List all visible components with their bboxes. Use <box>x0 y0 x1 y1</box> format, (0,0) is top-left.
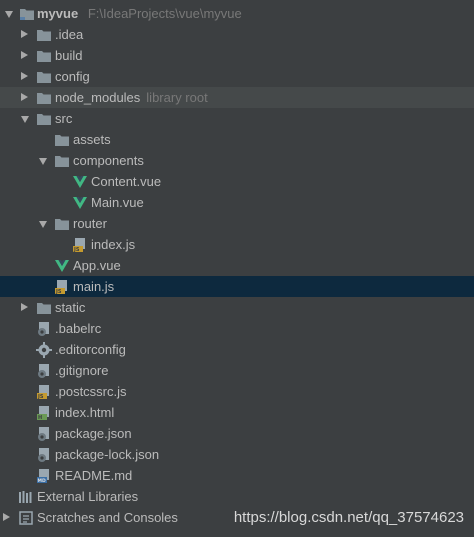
tree-row-index-html[interactable]: H index.html <box>0 402 474 423</box>
chevron-right-icon[interactable] <box>21 93 28 101</box>
html-file-icon: H <box>37 406 49 421</box>
svg-text:JS: JS <box>55 289 62 295</box>
svg-text:H: H <box>38 415 42 421</box>
markdown-file-icon: MD <box>37 469 49 484</box>
tree-row-app-vue[interactable]: App.vue <box>0 255 474 276</box>
svg-text:MD: MD <box>38 478 46 484</box>
tree-label: App.vue <box>73 258 121 273</box>
tree-row-idea[interactable]: .idea <box>0 24 474 45</box>
tree-label: index.html <box>55 405 115 420</box>
tree-row-main-vue[interactable]: Main.vue <box>0 192 474 213</box>
project-tree: myvue F:\IdeaProjects\vue\myvue .idea bu… <box>0 3 474 528</box>
tree-row-package-lock[interactable]: package-lock.json <box>0 444 474 465</box>
scratches-icon <box>19 511 33 525</box>
tree-row-content-vue[interactable]: Content.vue <box>0 171 474 192</box>
library-root-hint: library root <box>146 90 208 105</box>
config-file-icon <box>38 448 49 462</box>
folder-icon <box>55 156 69 167</box>
chevron-down-icon[interactable] <box>5 11 13 18</box>
tree-label: config <box>55 69 90 84</box>
tree-row-gitignore[interactable]: .gitignore <box>0 360 474 381</box>
js-file-icon: JS <box>37 385 49 400</box>
svg-text:JS: JS <box>37 394 44 400</box>
folder-icon <box>37 30 51 41</box>
tree-row-index-js[interactable]: JS index.js <box>0 234 474 255</box>
tree-label: .babelrc <box>55 321 102 336</box>
folder-icon <box>55 219 69 230</box>
folder-icon <box>37 72 51 83</box>
config-file-icon <box>38 322 49 336</box>
config-file-icon <box>38 427 49 441</box>
folder-icon <box>37 114 51 125</box>
chevron-down-icon[interactable] <box>39 158 47 165</box>
tree-row-build[interactable]: build <box>0 45 474 66</box>
tree-label: Scratches and Consoles <box>37 510 178 525</box>
js-file-icon: JS <box>55 280 67 295</box>
project-path: F:\IdeaProjects\vue\myvue <box>87 6 242 21</box>
svg-text:JS: JS <box>73 247 80 253</box>
folder-icon <box>37 93 51 104</box>
chevron-right-icon[interactable] <box>3 513 10 521</box>
tree-row-config[interactable]: config <box>0 66 474 87</box>
tree-row-postcssrc[interactable]: JS .postcssrc.js <box>0 381 474 402</box>
tree-row-package-json[interactable]: package.json <box>0 423 474 444</box>
tree-label: index.js <box>91 237 136 252</box>
folder-icon <box>37 303 51 314</box>
tree-label: static <box>55 300 86 315</box>
tree-row-myvue[interactable]: myvue F:\IdeaProjects\vue\myvue <box>0 3 474 24</box>
tree-row-static[interactable]: static <box>0 297 474 318</box>
tree-label: README.md <box>55 468 133 483</box>
chevron-right-icon[interactable] <box>21 51 28 59</box>
tree-row-main-js[interactable]: JS main.js <box>0 276 474 297</box>
tree-row-external-libraries[interactable]: External Libraries <box>0 486 474 507</box>
project-folder-icon <box>20 9 34 20</box>
tree-label: .gitignore <box>55 363 109 378</box>
chevron-right-icon[interactable] <box>21 72 28 80</box>
vue-file-icon <box>73 197 87 209</box>
tree-label: components <box>73 153 144 168</box>
tree-label: .postcssrc.js <box>55 384 127 399</box>
chevron-down-icon[interactable] <box>21 116 29 123</box>
watermark-text: https://blog.csdn.net/qq_37574623 <box>233 509 464 526</box>
chevron-down-icon[interactable] <box>39 221 47 228</box>
tree-label: main.js <box>73 279 115 294</box>
js-file-icon: JS <box>73 238 85 253</box>
tree-row-components[interactable]: components <box>0 150 474 171</box>
tree-label: router <box>73 216 107 231</box>
tree-label: .editorconfig <box>55 342 126 357</box>
gear-icon <box>36 342 52 358</box>
tree-label: src <box>55 111 73 126</box>
tree-row-babelrc[interactable]: .babelrc <box>0 318 474 339</box>
tree-label: package.json <box>55 426 132 441</box>
config-file-icon <box>38 364 49 378</box>
folder-icon <box>37 51 51 62</box>
tree-label: package-lock.json <box>55 447 160 462</box>
tree-label: build <box>55 48 83 63</box>
tree-row-router[interactable]: router <box>0 213 474 234</box>
tree-row-assets[interactable]: assets <box>0 129 474 150</box>
vue-file-icon <box>55 260 69 272</box>
tree-label: Content.vue <box>91 174 162 189</box>
tree-label: .idea <box>55 27 84 42</box>
tree-label: assets <box>73 132 111 147</box>
project-name: myvue <box>37 6 79 21</box>
vue-file-icon <box>73 176 87 188</box>
tree-row-node-modules[interactable]: node_modules library root <box>0 87 474 108</box>
chevron-right-icon[interactable] <box>21 30 28 38</box>
chevron-right-icon[interactable] <box>21 303 28 311</box>
tree-label: External Libraries <box>37 489 139 504</box>
tree-row-editorconfig[interactable]: .editorconfig <box>0 339 474 360</box>
tree-row-readme[interactable]: MD README.md <box>0 465 474 486</box>
tree-label: Main.vue <box>91 195 144 210</box>
tree-label: node_modules <box>55 90 141 105</box>
library-icon <box>19 491 32 503</box>
tree-row-src[interactable]: src <box>0 108 474 129</box>
folder-icon <box>55 135 69 146</box>
